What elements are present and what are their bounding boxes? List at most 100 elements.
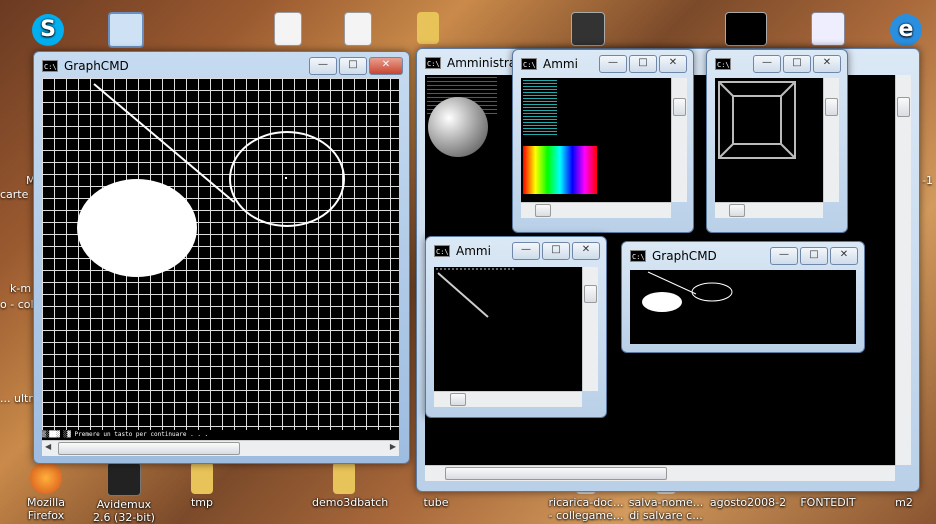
scroll-thumb[interactable]: [729, 204, 745, 217]
window-title: GraphCMD: [652, 249, 717, 263]
desktop-icon-firefox[interactable]: Mozilla Firefox: [14, 462, 78, 522]
vertical-scrollbar[interactable]: [582, 267, 598, 391]
document-icon: [811, 12, 845, 46]
horizontal-scrollbar[interactable]: [425, 465, 895, 481]
desktop-icon-app[interactable]: [556, 12, 620, 48]
maximize-button[interactable]: □: [629, 55, 657, 73]
scroll-thumb[interactable]: [584, 285, 597, 303]
document-icon: [344, 12, 372, 46]
close-button[interactable]: ✕: [830, 247, 858, 265]
scroll-thumb[interactable]: [897, 97, 910, 117]
skype-icon: S: [32, 14, 64, 46]
window-admin-a[interactable]: C:\ Ammi — □ ✕: [512, 49, 694, 233]
internet-explorer-icon: e: [890, 14, 922, 46]
window-controls: — □ ✕: [770, 247, 858, 265]
wireframe-cube: [718, 81, 796, 159]
side-label-carte: carte: [0, 188, 29, 201]
console-area[interactable]: [434, 267, 582, 391]
minimize-button[interactable]: —: [512, 242, 540, 260]
window-admin-c[interactable]: C:\ Ammi — □ ✕: [425, 236, 607, 418]
console-area[interactable]: [630, 270, 856, 344]
desktop-icon-demo3dbatch[interactable]: demo3dbatch: [312, 462, 388, 509]
search-icon: [108, 12, 144, 48]
diagonal-line-drawing: [436, 268, 514, 318]
horizontal-scrollbar[interactable]: [434, 391, 582, 407]
console-text-lines: [523, 80, 557, 136]
folder-icon: [191, 462, 213, 494]
scroll-thumb[interactable]: [535, 204, 551, 217]
vertical-scrollbar[interactable]: [895, 75, 911, 465]
desktop-icon-label: ricarica-doc... - collegame...: [548, 496, 624, 522]
desktop-icon-avidemux[interactable]: Avidemux 2.6 (32-bit): [92, 462, 156, 524]
desktop-icon-doc-2[interactable]: [326, 12, 390, 48]
close-button[interactable]: ✕: [659, 55, 687, 73]
close-button[interactable]: ✕: [813, 55, 841, 73]
desktop-icon-label: FONTEDIT: [800, 496, 856, 509]
window-title: Ammi: [456, 244, 491, 258]
window-admin-b[interactable]: C:\ — □ ✕: [706, 49, 848, 233]
horizontal-scrollbar[interactable]: [715, 202, 823, 218]
console-area[interactable]: ▒░██▓ ░▓ Premere un tasto per continuare…: [42, 78, 399, 440]
vertical-scrollbar[interactable]: [671, 78, 687, 202]
minimize-button[interactable]: —: [599, 55, 627, 73]
desktop-icon-skype[interactable]: S: [16, 14, 80, 48]
scroll-thumb[interactable]: [445, 467, 667, 480]
window-title: Amministrat: [447, 56, 521, 70]
window-title: GraphCMD: [64, 59, 129, 73]
titlebar[interactable]: C:\ GraphCMD: [42, 56, 329, 76]
console-area[interactable]: [715, 78, 823, 202]
avidemux-icon: [107, 462, 141, 496]
desktop-icon-grid-doc[interactable]: [796, 12, 860, 48]
scroll-right-icon[interactable]: ▶: [390, 442, 396, 451]
folder-icon: [417, 12, 439, 44]
cmd-icon: [725, 12, 767, 46]
window-controls: — □ ✕: [309, 57, 403, 75]
close-button[interactable]: ✕: [572, 242, 600, 260]
app-icon: [571, 12, 605, 46]
scroll-thumb[interactable]: [673, 98, 686, 116]
desktop-icon-cmd[interactable]: [714, 12, 778, 48]
desktop-icon-label: agosto2008-2: [709, 496, 787, 509]
document-icon: [274, 12, 302, 46]
desktop-icon-label: salva-nome... di salvare c...: [628, 496, 704, 522]
maximize-button[interactable]: □: [339, 57, 367, 75]
desktop-icon-label: Avidemux 2.6 (32-bit): [93, 498, 155, 524]
window-controls: — □ ✕: [753, 55, 841, 73]
minimize-button[interactable]: —: [770, 247, 798, 265]
cmd-icon: C:\: [715, 58, 731, 70]
graph-drawing: [77, 83, 345, 277]
scroll-thumb[interactable]: [450, 393, 466, 406]
firefox-icon: [30, 462, 62, 494]
window-controls: — □ ✕: [599, 55, 687, 73]
side-label-num: -1: [922, 174, 933, 187]
maximize-button[interactable]: □: [542, 242, 570, 260]
close-button[interactable]: ✕: [369, 57, 403, 75]
scroll-thumb[interactable]: [825, 98, 838, 116]
cmd-icon: C:\: [434, 245, 450, 257]
maximize-button[interactable]: □: [783, 55, 811, 73]
shaded-sphere: [428, 97, 488, 157]
desktop-icon-label: tmp: [190, 496, 213, 509]
cmd-icon: C:\: [425, 57, 441, 69]
desktop-icon-ie[interactable]: e: [874, 14, 936, 48]
desktop-icon-folder-top[interactable]: [396, 12, 460, 46]
cmd-icon: C:\: [630, 250, 646, 262]
console-area[interactable]: [521, 78, 671, 202]
folder-icon: [333, 462, 355, 494]
window-graphcmd-small[interactable]: C:\ GraphCMD — □ ✕: [621, 241, 865, 353]
window-graphcmd-main[interactable]: C:\ GraphCMD — □ ✕ ▒░██▓ ░▓ Premere un t…: [33, 51, 410, 464]
scroll-left-icon[interactable]: ◀: [45, 442, 51, 451]
desktop-icon-tmp[interactable]: tmp: [170, 462, 234, 509]
titlebar[interactable]: C:\ GraphCMD: [630, 246, 784, 266]
cmd-icon: C:\: [521, 58, 537, 70]
horizontal-scrollbar[interactable]: [521, 202, 671, 218]
minimize-button[interactable]: —: [309, 57, 337, 75]
horizontal-scrollbar[interactable]: ◀ ▶: [42, 440, 399, 456]
scroll-thumb[interactable]: [58, 442, 240, 455]
vertical-scrollbar[interactable]: [823, 78, 839, 202]
desktop-icon-doc-1[interactable]: [256, 12, 320, 48]
color-palette: [523, 146, 597, 194]
minimize-button[interactable]: —: [753, 55, 781, 73]
maximize-button[interactable]: □: [800, 247, 828, 265]
desktop-icon-search[interactable]: [94, 12, 158, 50]
